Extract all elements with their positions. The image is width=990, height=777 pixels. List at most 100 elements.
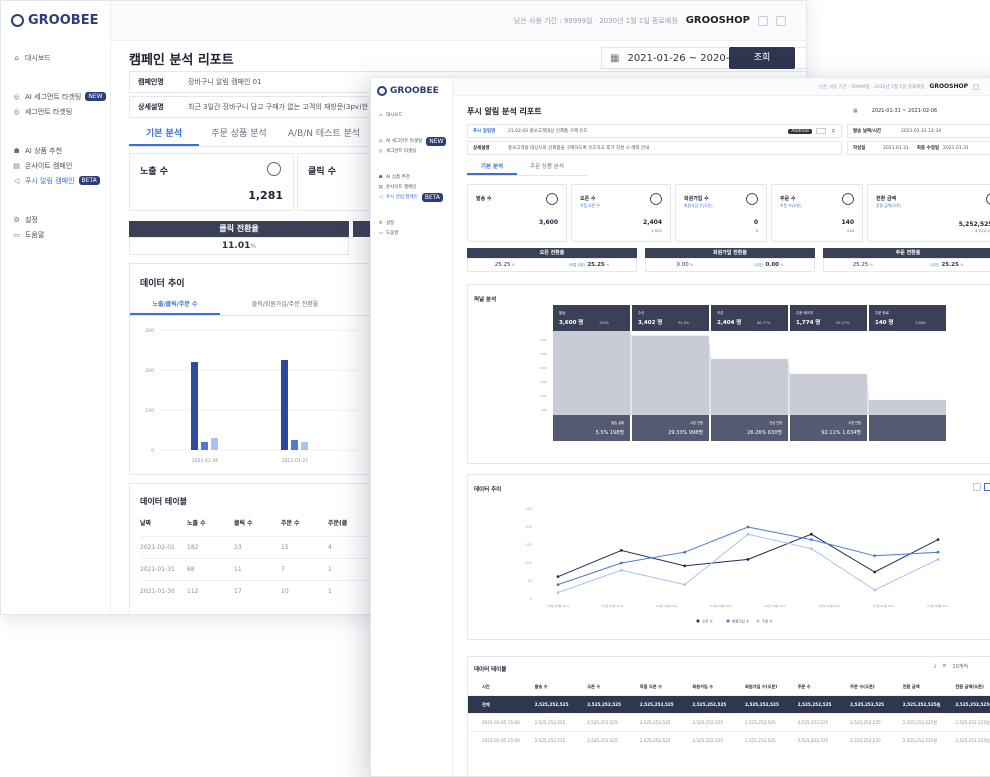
- page-size-select[interactable]: 10개씩: [952, 663, 968, 670]
- y-tick-label: 150: [525, 543, 532, 547]
- calendar-icon: ▦: [610, 52, 620, 64]
- column-header[interactable]: 회원가입 수: [692, 684, 745, 690]
- table-row[interactable]: 2021-01-31 68 11 7 1: [140, 558, 375, 580]
- kpi-card-impressions: 노출 수 1,281: [129, 153, 294, 211]
- funnel-drop-value: 29.33% 998명: [668, 429, 703, 436]
- funnel-y-tick: 1000: [539, 394, 547, 398]
- filter-icon[interactable]: ≡: [942, 663, 946, 670]
- sidebar-item-book[interactable]: ▭ 도움말: [1, 227, 110, 242]
- sidebar-item-book[interactable]: ▭ 도움말: [371, 228, 452, 238]
- sidebar-item-gear[interactable]: ⚙ 설정: [371, 218, 452, 228]
- sidebar-item-home[interactable]: ⌂ 대시보드: [1, 50, 110, 65]
- logo[interactable]: GROOBEE: [11, 13, 110, 28]
- external-link-icon[interactable]: [973, 83, 979, 90]
- column-header[interactable]: 직접 오픈 수: [640, 684, 693, 690]
- tab-order-products[interactable]: 주문 상품 분석: [199, 123, 279, 146]
- copy-icon[interactable]: ⧉: [832, 128, 835, 134]
- column-header[interactable]: 날짜: [140, 518, 187, 536]
- column-header[interactable]: 주문 수: [281, 518, 328, 536]
- date-range-picker[interactable]: ▦ 2021-01-31 ~ 2021-02-06: [853, 105, 990, 117]
- robot-icon: ☗: [378, 174, 383, 180]
- sidebar-item-label: 설정: [24, 215, 38, 224]
- table-title: 데이터 테이블: [474, 667, 507, 673]
- table-row[interactable]: 2021-01-30 112 17 10 1: [140, 580, 375, 602]
- column-header[interactable]: 전환 금액(오픈): [955, 684, 990, 690]
- sidebar-badge: BETA: [421, 192, 444, 202]
- column-header[interactable]: 노출 수: [187, 518, 234, 536]
- trend-card: 데이터 추이 노출/클릭/주문 수 클릭/회원가입/주문 전환율 300 200 1…: [129, 263, 375, 475]
- funnel-drop-value: 92.11% 1,634명: [821, 429, 861, 436]
- funnel-step-header: [869, 305, 946, 331]
- data-table-card: 데이터 테이블 ⤓ ≡ 10개씩 시간 발송 수 오픈 수 직접 오픈 수 회원가입 수…: [467, 656, 990, 776]
- kpi-card: 발송 수 3,600: [467, 184, 567, 242]
- column-header[interactable]: 회원가입 수(오픈): [745, 684, 798, 690]
- column-header[interactable]: 시간: [482, 684, 535, 690]
- tab-order-products[interactable]: 주문 상품 분석: [517, 160, 577, 175]
- conversion-header: 회원가입 전환율: [645, 248, 815, 258]
- push-detail-row: 상세설명 홍보고객을 대상으로 신제품을 구매하도록 유도하고 후기 작성 시 …: [467, 141, 842, 155]
- funnel-step-header: [790, 305, 867, 331]
- tab-basic[interactable]: 기본 분석: [467, 160, 517, 175]
- column-header[interactable]: 전환 금액: [903, 684, 956, 690]
- column-header[interactable]: 오픈 수: [587, 684, 640, 690]
- sidebar-item-robot[interactable]: ☗ AI 상품 추천: [1, 143, 110, 158]
- sidebar-item-gear[interactable]: ⚙ 설정: [1, 212, 110, 227]
- bar-chart-icon[interactable]: [973, 483, 981, 491]
- table-row[interactable]: 전체 2,525,252,525 2,525,252,525 2,525,252,52…: [468, 695, 990, 713]
- conversion-header: 주문 전환율: [823, 248, 990, 258]
- legend-label: 오픈 수: [702, 619, 714, 624]
- column-header[interactable]: 주문 수(오픈): [850, 684, 903, 690]
- sidebar-item-page[interactable]: ▤ 온사이트 캠페인: [371, 182, 452, 192]
- funnel-chart: 3000 2500 2000 1500 1000 500 발송 3,600 명 100% 수신 3,…: [539, 305, 946, 441]
- column-header[interactable]: 클릭 수: [234, 518, 281, 536]
- tab-basic[interactable]: 기본 분석: [129, 123, 199, 146]
- logout-icon[interactable]: [776, 15, 786, 26]
- column-header[interactable]: 주문(클: [328, 518, 375, 536]
- table-row[interactable]: 2021-02-05 15:00 2,525,252,525 2,525,252,5…: [468, 713, 990, 731]
- column-header[interactable]: 주문 수: [798, 684, 851, 690]
- series-line: [557, 526, 939, 586]
- table-cell: 2,525,252,525: [692, 720, 724, 725]
- funnel-bar: [711, 358, 788, 415]
- sidebar-item-megaphone[interactable]: ◁ 푸시 알림 캠페인 BETA: [1, 173, 110, 188]
- funnel-step-label: 수신: [638, 310, 644, 315]
- tab-abn-test[interactable]: A/B/N 테스트 분석: [279, 123, 369, 146]
- sidebar-item-home[interactable]: ⌂ 대시보드: [371, 110, 452, 120]
- sidebar-item-target[interactable]: ◎ AI 세그먼트 타겟팅 NEW: [371, 136, 452, 146]
- external-link-icon[interactable]: [758, 15, 768, 26]
- funnel-step-header: [711, 305, 788, 331]
- series-point: [683, 550, 687, 554]
- conversion-header: 오픈 전환율: [467, 248, 637, 258]
- table-row[interactable]: 2021-02-01 182 23 15 4: [140, 536, 375, 558]
- funnel-y-tick: 3000: [539, 338, 547, 342]
- funnel-step-pct: 66.77%: [757, 321, 771, 325]
- funnel-drop-label: 관심 안함: [769, 420, 782, 425]
- table-row[interactable]: 2021-02-05 15:00 2,525,252,525 2,525,252,5…: [468, 731, 990, 749]
- table-cell: 2,525,252,525: [744, 702, 779, 707]
- sidebar-item-target[interactable]: ◎ 세그먼트 타겟팅: [371, 146, 452, 156]
- sidebar-item-label: AI 상품 추천: [385, 175, 410, 180]
- line-chart-icon[interactable]: [984, 483, 990, 491]
- shop-name[interactable]: GROOSHOP: [686, 15, 750, 26]
- sidebar-item-robot[interactable]: ☗ AI 상품 추천: [371, 172, 452, 182]
- sidebar-item-target[interactable]: ◎ 세그먼트 타겟팅: [1, 104, 110, 119]
- sidebar-item-target[interactable]: ◎ AI 세그먼트 타겟팅 NEW: [1, 89, 110, 104]
- search-button[interactable]: 조회: [729, 47, 795, 69]
- sidebar-item-megaphone[interactable]: ◁ 푸시 알림 캠페인 BETA: [371, 192, 452, 202]
- y-tick-label: 0: [151, 448, 154, 454]
- download-icon[interactable]: ⤓: [934, 663, 936, 670]
- table-header: 날짜 노출 수 클릭 수 주문 수 주문(클: [140, 518, 375, 536]
- trend-tab-rates[interactable]: 클릭/회원가입/주문 전환율: [220, 296, 350, 315]
- column-header[interactable]: 발송 수: [535, 684, 588, 690]
- sidebar-item-page[interactable]: ▤ 온사이트 캠페인: [1, 158, 110, 173]
- funnel-step-label: 발송: [559, 310, 566, 315]
- table-cell: 1: [328, 588, 332, 595]
- logo[interactable]: GROOBEE: [377, 86, 452, 96]
- trend-tab-counts[interactable]: 노출/클릭/주문 수: [130, 296, 220, 315]
- funnel-step-value: 3,402 명: [638, 318, 662, 326]
- preview-toggle[interactable]: [815, 128, 826, 134]
- table-cell: 2,525,252,525: [534, 702, 569, 707]
- click-conversion-header: 클릭 전환율: [129, 221, 349, 237]
- gear-icon: ⚙: [378, 220, 383, 226]
- shop-name[interactable]: GROOSHOP: [929, 83, 968, 90]
